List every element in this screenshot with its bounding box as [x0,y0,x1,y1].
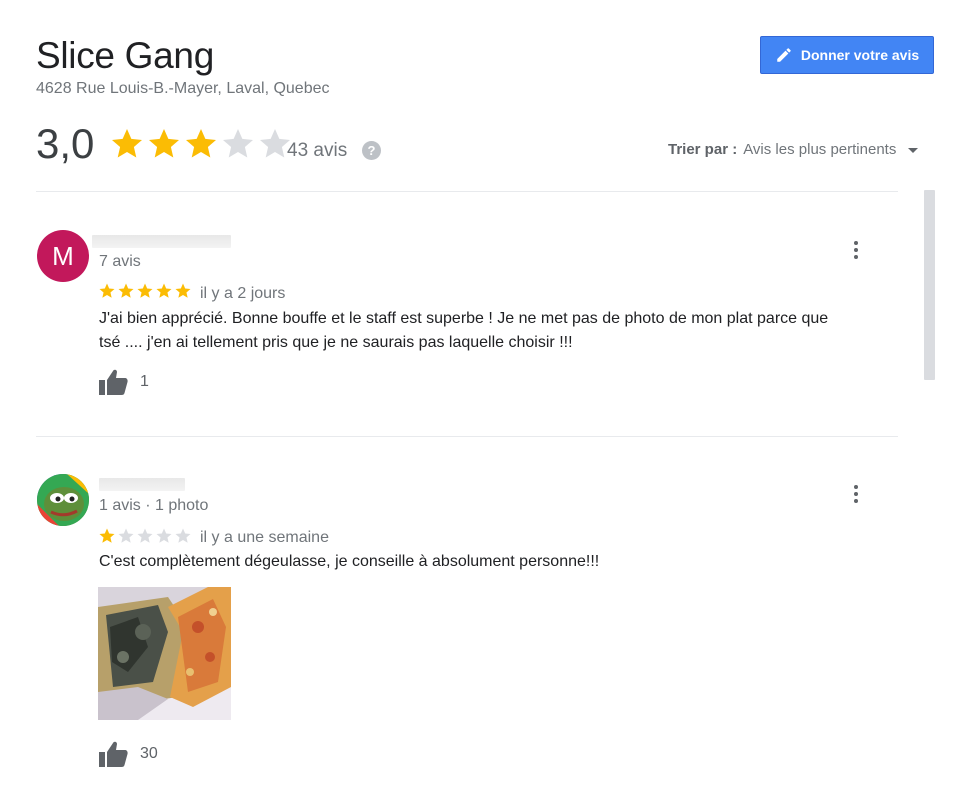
caret-down-icon [908,147,919,153]
write-review-label: Donner votre avis [800,47,920,63]
reviewer-name[interactable] [99,478,185,491]
thumbs-up-icon [99,369,128,395]
place-title: Slice Gang [36,35,214,76]
like-button[interactable]: 30 [98,740,158,768]
star-filled-icon [118,283,134,298]
write-review-button[interactable]: Donner votre avis [760,36,934,74]
review-text-line: tsé .... j'en ai tellement pris que je n… [99,334,573,351]
review-date: il y a une semaine [200,529,329,546]
reviewer-name[interactable] [92,235,231,248]
review-text-line: J'ai bien apprécié. Bonne bouffe et le s… [99,310,829,327]
star-empty-icon [223,129,253,158]
avatar-letter: M [52,240,74,271]
star-empty-icon [156,528,172,543]
pencil-icon [777,48,791,62]
review-date: il y a 2 jours [200,285,286,302]
sort-label: Trier par : [668,141,738,158]
divider [36,191,898,192]
place-address: 4628 Rue Louis-B.-Mayer, Laval, Quebec [36,80,330,97]
avatar[interactable]: M [37,230,89,282]
scrollbar[interactable] [924,190,935,380]
summary-star-rating [109,126,293,162]
review-text: J'ai bien apprécié. Bonne bouffe et le s… [99,307,899,355]
sort-dropdown[interactable]: Trier par : Avis les plus pertinents [668,140,919,160]
star-filled-icon [99,528,115,543]
thumbs-up-icon [99,741,128,767]
review-star-rating [98,282,192,300]
more-options-icon[interactable] [846,482,866,506]
like-count: 30 [140,745,158,762]
like-count: 1 [140,373,149,390]
star-empty-icon [137,528,153,543]
review-text: C'est complètement dégeulasse, je consei… [99,550,899,574]
avatar[interactable] [37,474,89,526]
pizza-photo [98,587,231,720]
like-button[interactable]: 1 [98,368,149,396]
reviewer-meta: 7 avis [99,253,141,270]
star-filled-icon [149,129,179,158]
star-empty-icon [175,528,191,543]
sort-value: Avis les plus pertinents [743,141,897,158]
star-filled-icon [175,283,191,298]
more-options-icon[interactable] [846,238,866,262]
reviewer-meta: 1 avis · 1 photo [99,497,209,514]
review-text-line: C'est complètement dégeulasse, je consei… [99,553,600,570]
divider [36,436,898,437]
star-filled-icon [99,283,115,298]
star-filled-icon [156,283,172,298]
star-filled-icon [137,283,153,298]
star-filled-icon [186,129,216,158]
help-icon[interactable]: ? [362,141,381,160]
star-filled-icon [112,129,142,158]
star-empty-icon [118,528,134,543]
frog-avatar-icon [37,474,89,526]
review-count: 43 avis [287,140,348,161]
average-rating: 3,0 [36,120,95,167]
review-photo[interactable] [98,587,231,720]
review-star-rating [98,527,192,545]
